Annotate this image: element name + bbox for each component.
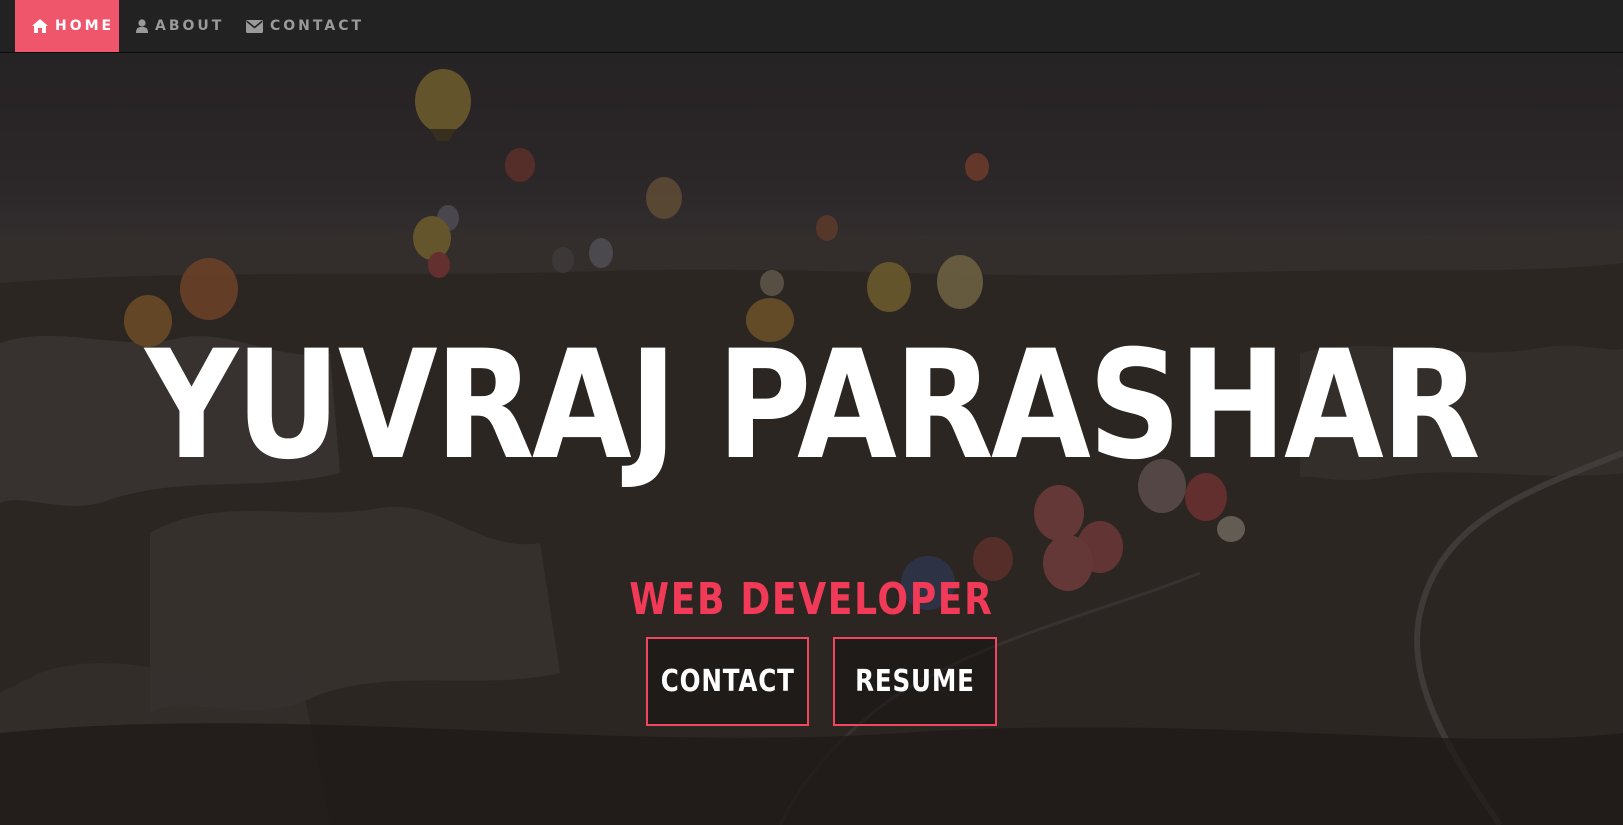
nav-about[interactable]: ABOUT bbox=[136, 0, 224, 52]
contact-button-label: CONTACT bbox=[660, 664, 795, 699]
nav-contact[interactable]: CONTACT bbox=[246, 0, 364, 52]
resume-button-label: RESUME bbox=[855, 664, 975, 699]
user-icon bbox=[136, 19, 148, 33]
hero-role: WEB DEVELOPER bbox=[629, 574, 994, 625]
top-navbar: HOME ABOUT CONTACT bbox=[0, 0, 1623, 53]
hero-name: YUVRAJ PARASHAR bbox=[144, 319, 1481, 493]
nav-home[interactable]: HOME bbox=[15, 0, 119, 52]
nav-contact-label: CONTACT bbox=[270, 18, 365, 34]
hero-section: YUVRAJ PARASHAR WEB DEVELOPER CONTACT RE… bbox=[0, 53, 1623, 825]
contact-button[interactable]: CONTACT bbox=[646, 637, 809, 726]
nav-home-label: HOME bbox=[55, 18, 115, 34]
nav-about-label: ABOUT bbox=[155, 18, 225, 34]
envelope-icon bbox=[246, 19, 263, 33]
resume-button[interactable]: RESUME bbox=[833, 637, 997, 726]
home-icon bbox=[32, 19, 48, 33]
